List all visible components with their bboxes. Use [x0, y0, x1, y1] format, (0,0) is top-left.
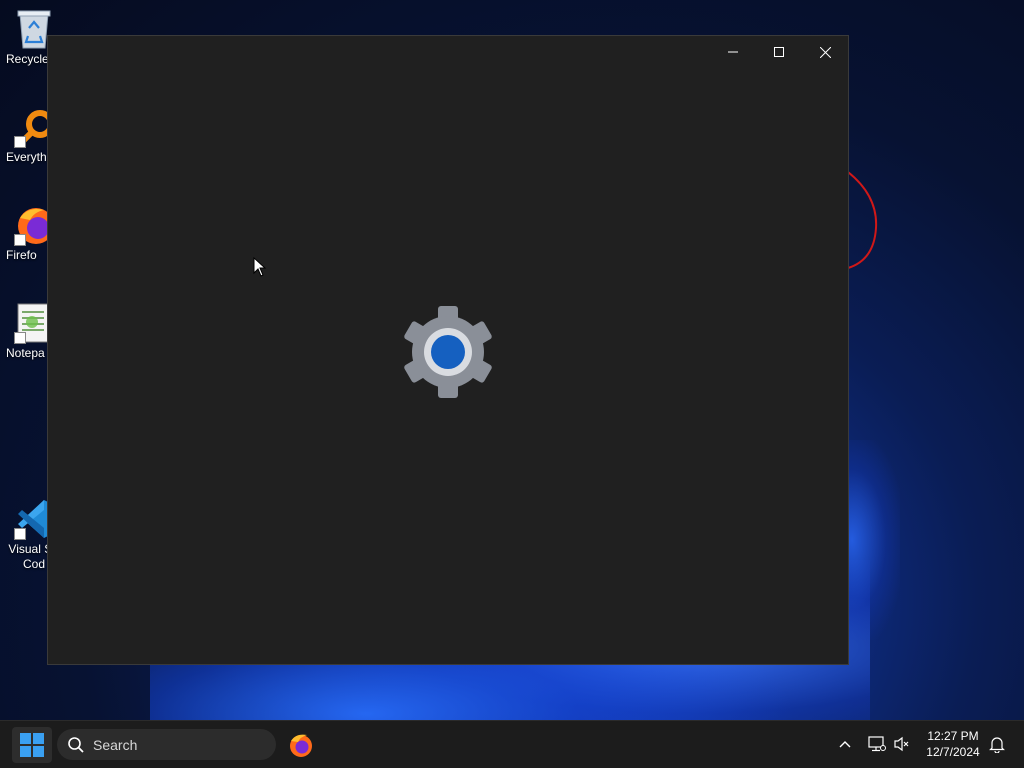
network-icon — [868, 736, 886, 752]
close-button[interactable] — [802, 36, 848, 68]
settings-window[interactable] — [47, 35, 849, 665]
shortcut-arrow-icon — [14, 332, 26, 344]
bell-icon — [989, 736, 1005, 753]
desktop-icon-label: Everyth — [6, 150, 47, 164]
taskbar-clock[interactable]: 12:27 PM 12/7/2024 — [920, 728, 986, 760]
volume-button[interactable] — [891, 733, 913, 755]
wallpaper-bloom-right — [840, 440, 900, 640]
clock-date: 12/7/2024 — [926, 745, 980, 759]
minimize-icon — [728, 51, 738, 53]
window-titlebar-controls — [710, 36, 848, 68]
desktop-icon-label: Notepa — [6, 346, 45, 360]
taskbar-app-firefox[interactable] — [284, 727, 318, 763]
chevron-up-icon — [839, 741, 851, 748]
network-status-button[interactable] — [866, 733, 888, 755]
desktop: Recycle Everyth Firefo Notepa Visual St … — [0, 0, 1024, 768]
clock-time: 12:27 PM — [927, 729, 979, 743]
search-placeholder: Search — [93, 736, 138, 753]
maximize-button[interactable] — [756, 36, 802, 68]
shortcut-arrow-icon — [14, 234, 26, 246]
firefox-icon — [290, 734, 312, 757]
search-icon — [68, 736, 84, 753]
shortcut-arrow-icon — [14, 528, 26, 540]
windows-start-icon — [20, 733, 44, 757]
maximize-icon — [774, 47, 784, 57]
notifications-button[interactable] — [986, 733, 1008, 755]
desktop-icon-label: Firefo — [6, 248, 37, 262]
tray-overflow-button[interactable] — [834, 733, 856, 755]
mouse-cursor-icon — [253, 257, 267, 277]
taskbar: Search 12:27 PM 12/7/2024 — [0, 720, 1024, 768]
minimize-button[interactable] — [710, 36, 756, 68]
start-button[interactable] — [12, 727, 52, 763]
shortcut-arrow-icon — [14, 136, 26, 148]
taskbar-search-box[interactable]: Search — [57, 729, 276, 760]
settings-gear-icon — [404, 306, 492, 398]
close-icon — [819, 46, 831, 58]
volume-muted-icon — [894, 736, 909, 752]
desktop-icon-label: Recycle — [6, 52, 49, 66]
